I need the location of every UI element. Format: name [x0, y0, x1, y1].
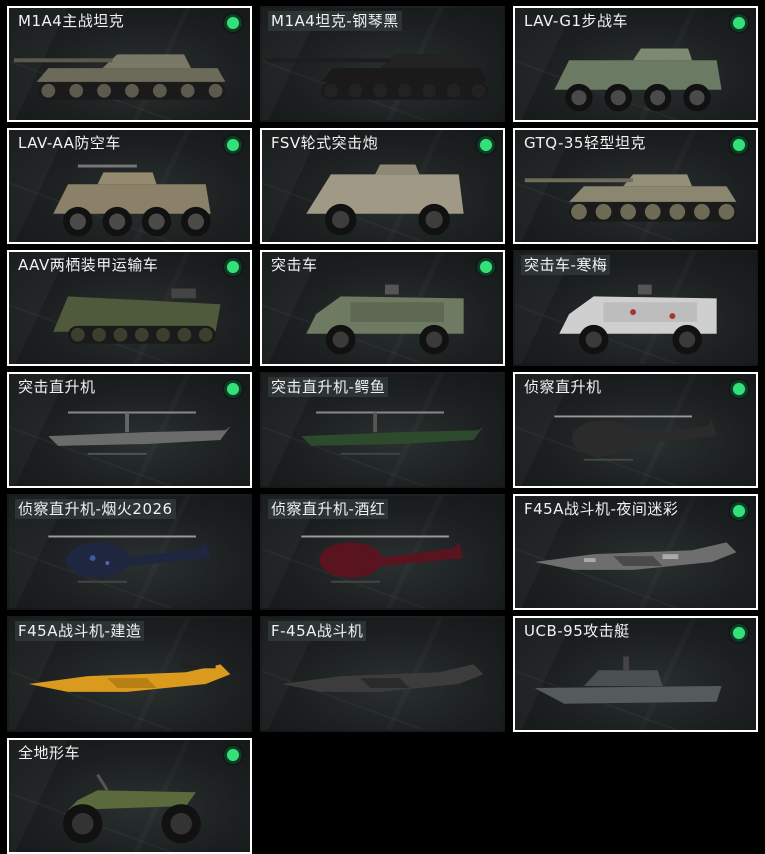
vehicle-name: 突击直升机 [18, 378, 96, 396]
vehicle-card[interactable]: 侦察直升机-烟火2026 [7, 494, 252, 610]
vehicle-card[interactable]: M1A4坦克-钢琴黑 [260, 6, 505, 122]
vehicle-name: F45A战斗机-夜间迷彩 [524, 500, 679, 518]
vehicle-card[interactable]: M1A4主战坦克 [7, 6, 252, 122]
vehicle-name: 侦察直升机 [524, 378, 602, 396]
vehicle-card[interactable]: AAV两栖装甲运输车 [7, 250, 252, 366]
vehicle-card[interactable]: F45A战斗机-夜间迷彩 [513, 494, 758, 610]
vehicle-name: 突击直升机-鳄鱼 [268, 377, 389, 397]
vehicle-card[interactable]: FSV轮式突击炮 [260, 128, 505, 244]
vehicle-card[interactable]: UCB-95攻击艇 [513, 616, 758, 732]
vehicle-card[interactable]: F45A战斗机-建造 [7, 616, 252, 732]
vehicle-name: 突击车-寒梅 [521, 255, 611, 275]
vehicle-card[interactable]: 突击直升机 [7, 372, 252, 488]
vehicle-name: F-45A战斗机 [268, 621, 367, 641]
vehicle-card[interactable]: F-45A战斗机 [260, 616, 505, 732]
vehicle-name: 突击车 [271, 256, 318, 274]
vehicle-card[interactable]: 突击车-寒梅 [513, 250, 758, 366]
vehicle-name: LAV-AA防空车 [18, 134, 121, 152]
vehicle-grid: M1A4主战坦克 M1A4坦克-钢琴黑 LAV-G1步战车 LAV-AA防空车 FSV轮… [0, 0, 765, 854]
vehicle-name: M1A4坦克-钢琴黑 [268, 11, 402, 31]
vehicle-card[interactable]: 突击车 [260, 250, 505, 366]
vehicle-name: F45A战斗机-建造 [15, 621, 145, 641]
vehicle-name: GTQ-35轻型坦克 [524, 134, 646, 152]
vehicle-name: 侦察直升机-烟火2026 [15, 499, 176, 519]
vehicle-card[interactable]: LAV-G1步战车 [513, 6, 758, 122]
vehicle-card[interactable]: GTQ-35轻型坦克 [513, 128, 758, 244]
vehicle-name: M1A4主战坦克 [18, 12, 125, 30]
vehicle-card[interactable]: 侦察直升机 [513, 372, 758, 488]
vehicle-name: UCB-95攻击艇 [524, 622, 630, 640]
vehicle-name: 侦察直升机-酒红 [268, 499, 389, 519]
vehicle-card[interactable]: 全地形车 [7, 738, 252, 854]
vehicle-name: LAV-G1步战车 [524, 12, 629, 30]
vehicle-name: AAV两栖装甲运输车 [18, 256, 159, 274]
vehicle-name: 全地形车 [18, 744, 81, 762]
vehicle-card[interactable]: 侦察直升机-酒红 [260, 494, 505, 610]
vehicle-card[interactable]: LAV-AA防空车 [7, 128, 252, 244]
vehicle-name: FSV轮式突击炮 [271, 134, 379, 152]
vehicle-card[interactable]: 突击直升机-鳄鱼 [260, 372, 505, 488]
